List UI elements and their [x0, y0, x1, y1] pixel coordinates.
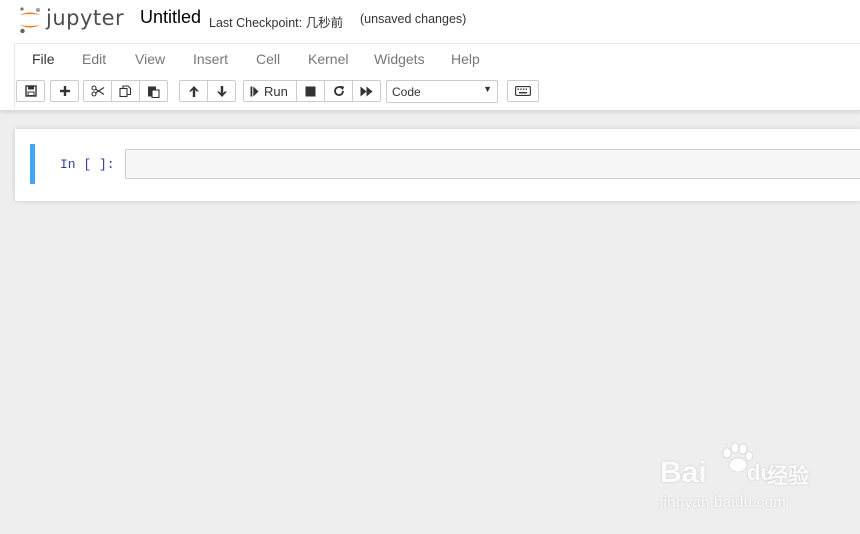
run-button[interactable]: Run	[243, 80, 297, 102]
menu-insert[interactable]: Insert	[193, 51, 228, 67]
move-group	[179, 80, 236, 104]
jupyter-logo-icon	[20, 7, 40, 34]
interrupt-kernel-button[interactable]	[296, 80, 325, 102]
save-group	[16, 80, 45, 104]
refresh-icon	[333, 85, 344, 96]
watermark-brand-cn: 经验	[767, 464, 809, 488]
title-row: jupyter Untitled Last Checkpoint: 几秒前 (u…	[0, 0, 860, 42]
run-button-label: Run	[264, 83, 288, 99]
fast-forward-icon	[360, 86, 372, 96]
menu-widgets[interactable]: Widgets	[374, 51, 425, 67]
run-group: Run	[243, 80, 381, 104]
insert-group	[50, 80, 79, 104]
arrow-up-icon	[188, 85, 199, 97]
cut-icon	[90, 85, 104, 97]
menu-file[interactable]: File	[32, 51, 55, 67]
baidu-jingyan-watermark: Bai du 经验 jingyan.baidu.com	[660, 440, 820, 520]
step-forward-icon	[250, 86, 259, 96]
restart-kernel-button[interactable]	[324, 80, 353, 102]
cell-type-select[interactable]: Code ▼	[386, 80, 498, 103]
menu-edit[interactable]: Edit	[82, 51, 106, 67]
arrow-down-icon	[216, 85, 227, 97]
copy-button[interactable]	[111, 80, 140, 102]
header: jupyter Untitled Last Checkpoint: 几秒前 (u…	[0, 0, 860, 110]
plus-icon	[59, 86, 70, 96]
toolbar: Run Code ▼	[14, 75, 860, 109]
move-down-button[interactable]	[207, 80, 236, 102]
cell-type-value: Code	[392, 85, 421, 99]
watermark-url: jingyan.baidu.com	[660, 494, 787, 511]
move-up-button[interactable]	[179, 80, 208, 102]
notebook-title[interactable]: Untitled	[140, 7, 201, 28]
checkpoint-status: Last Checkpoint: 几秒前	[209, 16, 344, 30]
menu-help[interactable]: Help	[451, 51, 480, 67]
stop-icon	[305, 86, 316, 96]
menubar: File Edit View Insert Cell Kernel Widget…	[14, 43, 860, 75]
menu-cell[interactable]: Cell	[256, 51, 280, 67]
code-cell[interactable]: In [ ]:	[30, 144, 860, 184]
jupyter-logo[interactable]: jupyter	[18, 5, 124, 35]
paste-button[interactable]	[139, 80, 168, 102]
save-button[interactable]	[16, 80, 45, 102]
notebook-container: In [ ]:	[15, 129, 860, 201]
input-prompt: In [ ]:	[60, 157, 115, 172]
menu-kernel[interactable]: Kernel	[308, 51, 348, 67]
copy-icon	[119, 84, 132, 97]
chevron-down-icon: ▼	[483, 84, 492, 94]
code-input[interactable]	[125, 149, 860, 179]
clipboard-group	[83, 80, 168, 104]
autosave-status: (unsaved changes)	[360, 12, 467, 26]
restart-run-all-button[interactable]	[352, 80, 381, 102]
jupyter-logo-text: jupyter	[46, 6, 125, 30]
cut-button[interactable]	[83, 80, 112, 102]
menu-view[interactable]: View	[135, 51, 165, 67]
paste-icon	[148, 86, 160, 98]
command-palette-group	[507, 80, 539, 104]
insert-cell-button[interactable]	[50, 80, 79, 102]
save-icon	[24, 85, 37, 97]
keyboard-icon	[515, 86, 531, 96]
watermark-brand-left: Bai	[660, 456, 707, 489]
command-palette-button[interactable]	[507, 80, 539, 102]
